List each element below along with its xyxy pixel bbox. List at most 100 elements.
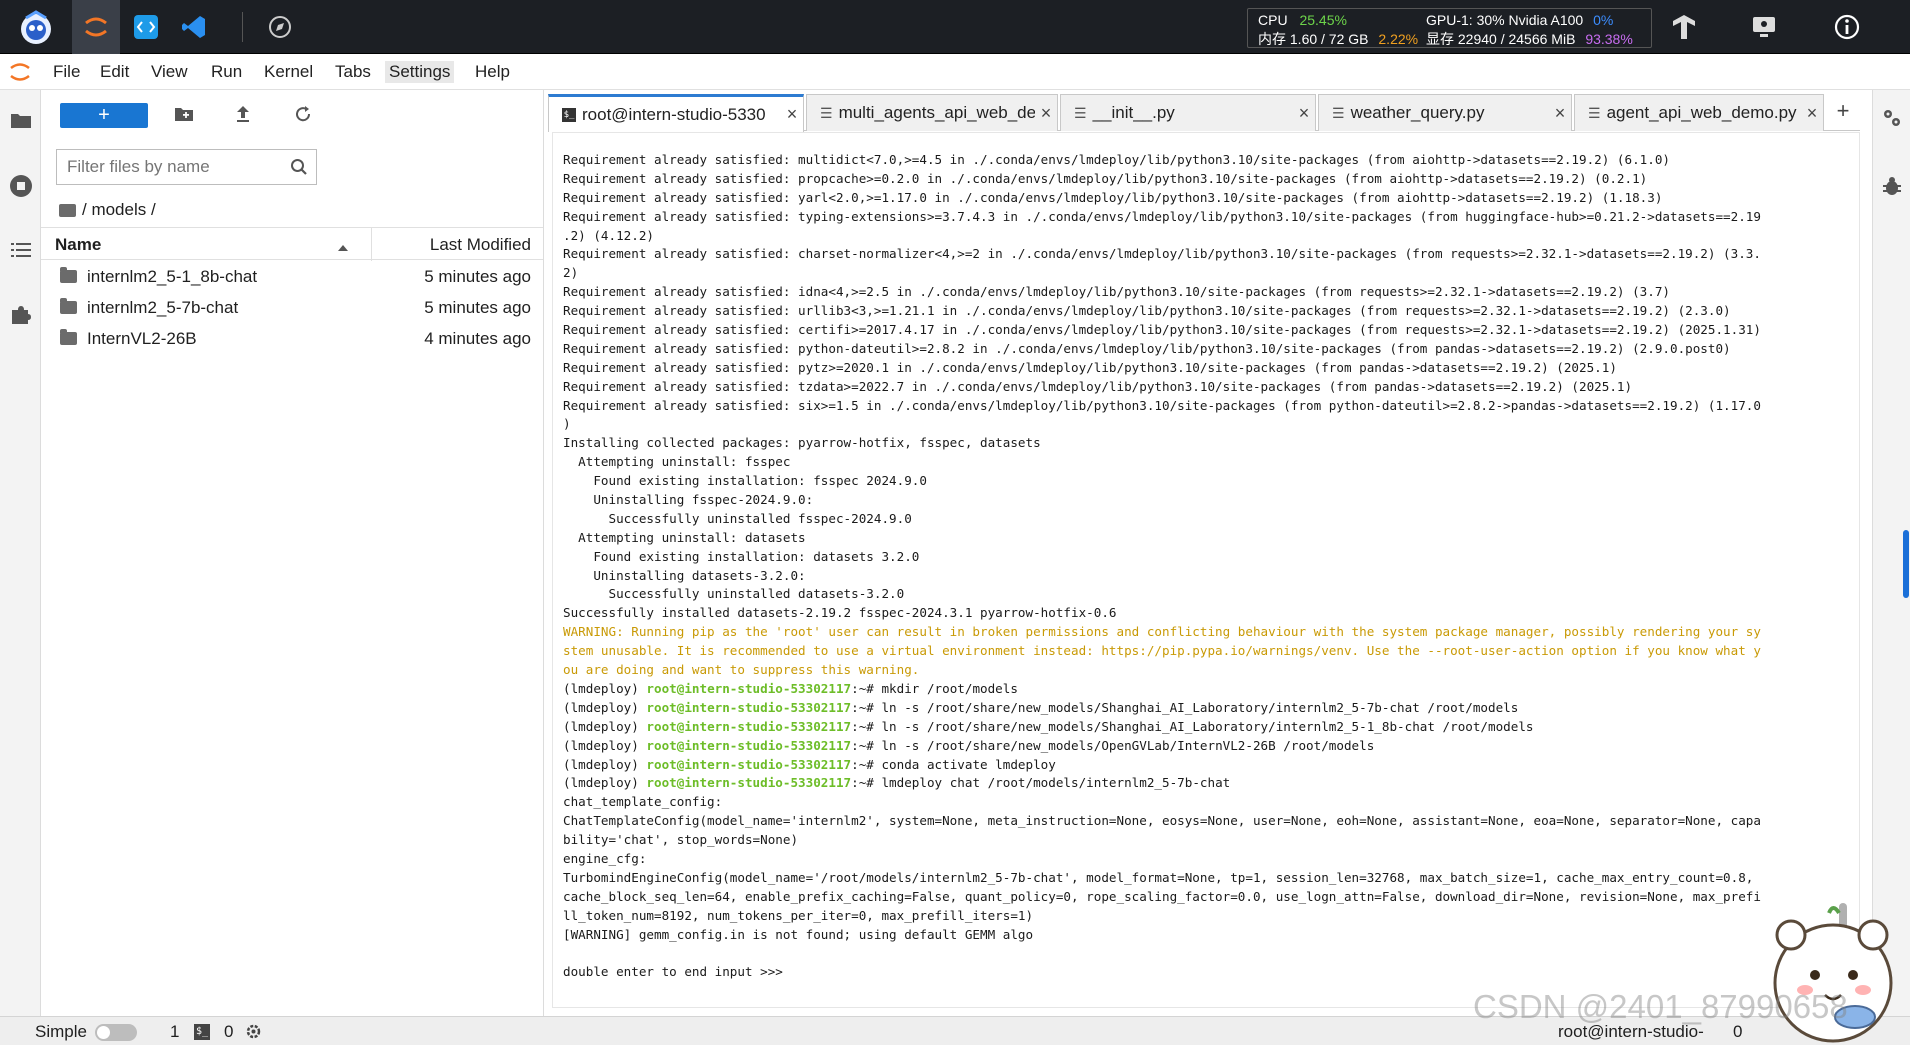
terminal-line: (lmdeploy) root@intern-studio-53302117:~… [563,699,1859,718]
terminal-line: chat_template_config: [563,793,1859,812]
tab-init[interactable]: ☰ __init__.py × [1060,94,1316,131]
tab-weather-query[interactable]: ☰ weather_query.py × [1318,94,1572,131]
file-row[interactable]: InternVL2-26B 4 minutes ago [41,323,543,354]
close-icon[interactable]: × [1035,103,1057,124]
terminal-line: Requirement already satisfied: certifi>=… [563,321,1859,340]
terminal-text: chat_template_config: [563,794,723,810]
debugger-icon[interactable] [1881,175,1903,202]
breadcrumb: / models / [59,200,156,220]
terminal-text: Successfully uninstalled datasets-3.2.0 [563,586,905,602]
search-icon[interactable] [290,158,308,181]
vscode-icon[interactable] [175,8,213,46]
terminal-text: ) [563,416,571,432]
menu-help[interactable]: Help [471,61,514,83]
table-of-contents-icon[interactable] [6,235,36,265]
tab-multi-agents[interactable]: ☰ multi_agents_api_web_de × [806,94,1058,131]
menu-tabs[interactable]: Tabs [331,61,375,83]
terminal-text: :~# conda activate lmdeploy [851,756,1056,772]
file-row[interactable]: internlm2_5-1_8b-chat 5 minutes ago [41,261,543,292]
simple-mode-toggle[interactable] [95,1024,137,1041]
breadcrumb-path[interactable]: / models / [82,200,156,220]
close-icon[interactable]: × [781,104,803,125]
gear-icon[interactable] [245,1023,262,1045]
terminal-text: Uninstalling fsspec-2024.9.0: [563,492,814,508]
menu-kernel[interactable]: Kernel [260,61,317,83]
terminal-line: [WARNING] gemm_config.in is not found; u… [563,926,1859,945]
menu-run[interactable]: Run [207,61,246,83]
close-icon[interactable]: × [1549,103,1571,124]
jupyter-icon[interactable] [77,8,115,46]
menu-edit[interactable]: Edit [96,61,133,83]
terminal-icon[interactable]: $_ [194,1024,210,1040]
new-tab-button[interactable]: + [1828,98,1858,126]
upload-icon[interactable] [234,104,252,129]
sort-ascending-icon[interactable] [337,239,349,257]
top-bar: CPU 25.45% 内存 1.60 / 72 GB 2.22% GPU-1: … [0,0,1910,54]
prompt-host: root@intern-studio-53302117 [646,737,852,753]
terminal-text: Attempting uninstall: fsspec [563,454,791,470]
refresh-icon[interactable] [294,105,312,128]
tab-agent-api-web-demo[interactable]: ☰ agent_api_web_demo.py × [1574,94,1824,131]
file-name[interactable]: InternVL2-26B [87,329,197,349]
column-name[interactable]: Name [55,235,101,255]
running-sessions-icon[interactable] [6,171,36,201]
tab-label[interactable]: weather_query.py [1345,103,1549,123]
tab-label[interactable]: multi_agents_api_web_de [833,103,1035,123]
terminal-text: Requirement already satisfied: multidict… [563,152,1670,167]
jupyter-logo-icon [8,59,32,90]
terminal-text: [WARNING] gemm_config.in is not found; u… [563,926,1034,942]
terminal-text: (lmdeploy) [563,718,647,734]
folder-icon [60,298,77,314]
terminal-text: cache_block_seq_len=64, enable_prefix_ca… [563,888,1761,904]
terminal-text: Successfully installed datasets-2.19.2 f… [563,605,1117,621]
right-edge-handle[interactable] [1903,530,1909,598]
terminal-line: (lmdeploy) root@intern-studio-53302117:~… [563,680,1859,699]
prompt-host: root@intern-studio-53302117 [646,756,852,772]
compass-icon[interactable] [261,8,299,46]
column-last-modified[interactable]: Last Modified [430,235,531,255]
menu-view[interactable]: View [147,61,192,83]
close-icon[interactable]: × [1293,103,1315,124]
folder-icon[interactable] [6,105,36,135]
cpu-percent: 25.45% [1299,12,1347,28]
terminal-text: (lmdeploy) [563,756,647,772]
close-icon[interactable]: × [1801,103,1823,124]
property-inspector-icon[interactable] [1881,107,1903,134]
tab-terminal[interactable]: $_ root@intern-studio-5330 × [548,94,804,132]
info-icon[interactable] [1828,8,1866,46]
file-filter-box[interactable] [56,149,317,185]
menu-file[interactable]: File [49,61,84,83]
folder-icon [60,267,77,283]
tab-label[interactable]: __init__.py [1087,103,1293,123]
file-name[interactable]: internlm2_5-1_8b-chat [87,267,257,287]
terminal-line: ) [563,415,1859,434]
resource-monitor: CPU 25.45% 内存 1.60 / 72 GB 2.22% GPU-1: … [1247,8,1652,48]
terminal-text: Successfully uninstalled fsspec-2024.9.0 [563,510,912,526]
terminal-line: Requirement already satisfied: python-da… [563,340,1859,359]
new-launcher-button[interactable]: + [60,103,148,128]
terminal-text: Requirement already satisfied: charset-n… [563,246,1761,262]
code-editor-icon[interactable] [127,8,165,46]
extensions-icon[interactable] [6,300,36,330]
prompt-host: root@intern-studio-53302117 [646,718,852,734]
file-modified: 5 minutes ago [424,297,531,317]
tab-label[interactable]: root@intern-studio-5330 [576,105,781,125]
prompt-host: root@intern-studio-53302117 [646,775,852,791]
menu-settings[interactable]: Settings [385,61,455,83]
file-name[interactable]: internlm2_5-7b-chat [87,298,238,318]
home-folder-icon[interactable] [59,203,76,217]
terminal-panel[interactable]: Requirement already satisfied: multidict… [552,132,1860,1008]
monitor-icon[interactable] [1745,8,1783,46]
terminal-line: WARNING: Running pip as the 'root' user … [563,623,1859,642]
terminal-line: Uninstalling datasets-3.2.0: [563,567,1859,586]
filter-files-input[interactable] [57,157,277,177]
text-file-icon: ☰ [1332,104,1345,121]
intern-logo-icon[interactable] [14,6,58,50]
terminal-line: engine_cfg: [563,850,1859,869]
terminal-line: Requirement already satisfied: six>=1.5 … [563,397,1859,416]
tensorflow-icon[interactable] [1665,8,1703,46]
warning-text: ou are doing and want to suppress this w… [563,662,920,678]
tab-label[interactable]: agent_api_web_demo.py [1601,103,1801,123]
file-row[interactable]: internlm2_5-7b-chat 5 minutes ago [41,292,543,323]
new-folder-icon[interactable] [174,105,194,128]
